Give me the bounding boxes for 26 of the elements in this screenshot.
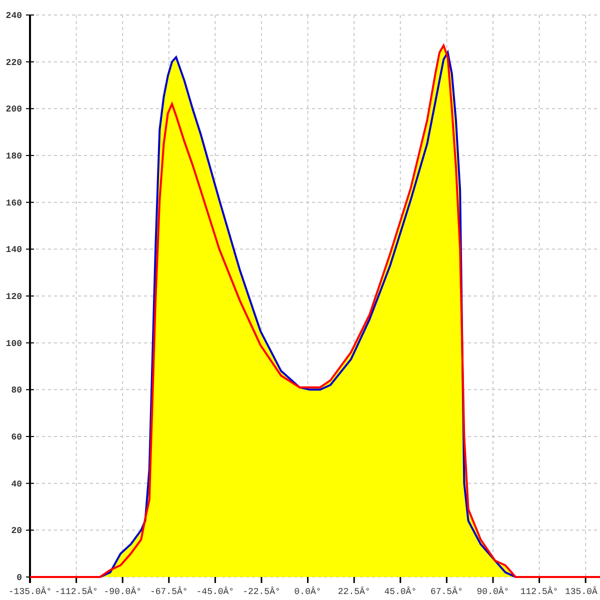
axis-tick-label: 20	[11, 526, 22, 536]
axis-tick-label: 40	[11, 479, 22, 490]
axis-tick-label: 90.0Â°	[476, 587, 510, 597]
axis-tick-label: 45.0Â°	[384, 587, 417, 597]
axis-tick-label: -90.0Â°	[104, 587, 142, 597]
axis-tick-label: 0	[16, 573, 22, 583]
axis-tick-label: 140	[6, 245, 22, 256]
axis-tick-label: 112.5Â°	[520, 587, 558, 597]
axis-tick-label: 100	[6, 338, 22, 349]
axis-tick-label: 0.0Â°	[294, 587, 322, 597]
axis-tick-label: -112.5Â°	[54, 587, 98, 597]
axis-tick-label: -45.0Â°	[196, 587, 234, 597]
axis-tick-label: 160	[6, 198, 22, 208]
axis-tick-label: 80	[11, 386, 22, 396]
axis-tick-label: 220	[6, 58, 22, 68]
axis-tick-label: 60	[11, 432, 22, 442]
axis-tick-label: -22.5Â°	[242, 587, 280, 597]
axis-tick-label: 67.5Â°	[430, 587, 463, 597]
axis-tick-label: -67.5Â°	[150, 587, 188, 597]
axis-tick-label: 120	[6, 292, 22, 302]
axis-tick-label: 180	[6, 152, 22, 162]
axis-tick-label: -135.0Â°	[8, 587, 52, 597]
axis-tick-label: 240	[6, 11, 22, 21]
axis-tick-label: 135.0Â	[565, 587, 598, 597]
axis-tick-label: 200	[6, 104, 22, 115]
axis-tick-label: 22.5Â°	[338, 587, 370, 597]
